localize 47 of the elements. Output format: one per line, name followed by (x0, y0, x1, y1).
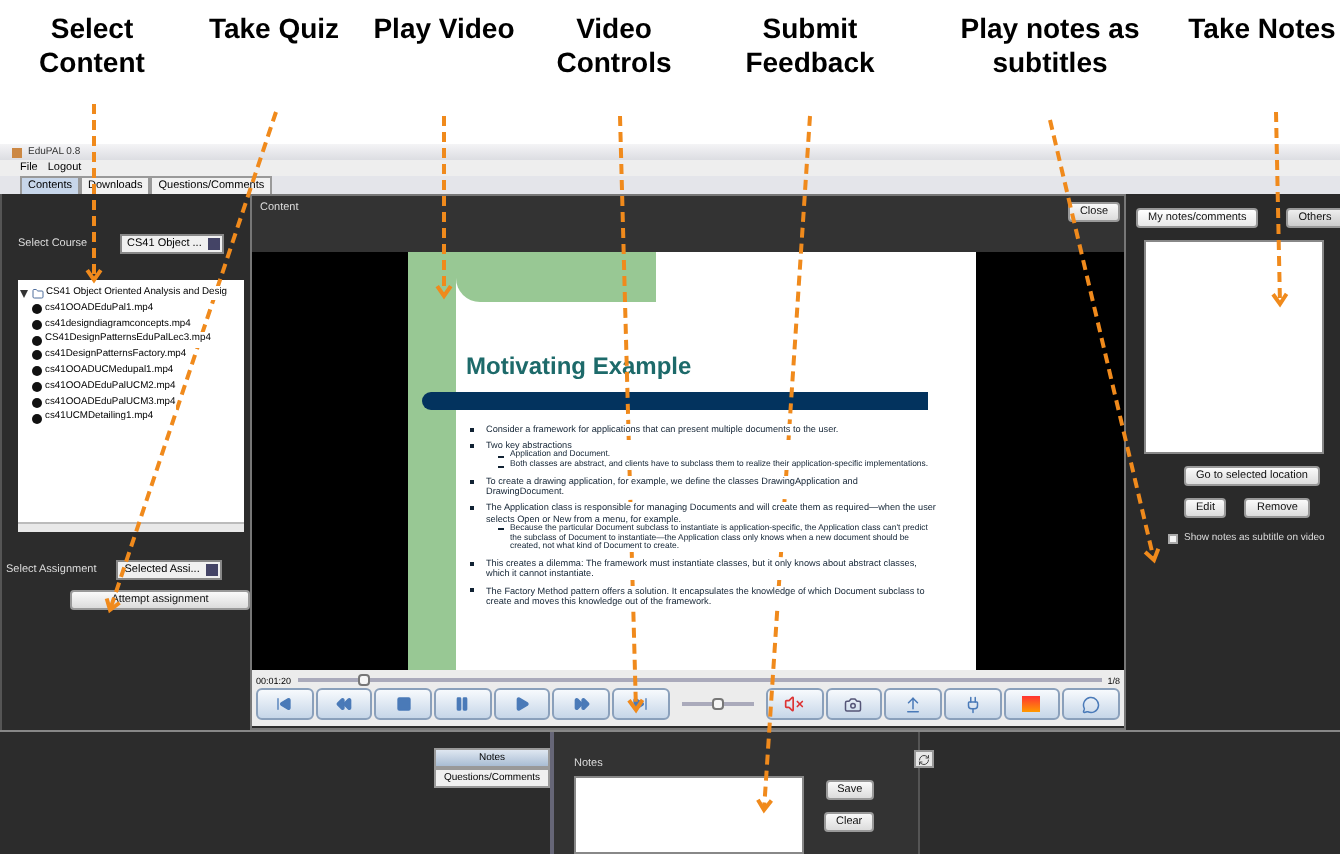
eject-icon (904, 695, 923, 713)
scroll-bar[interactable] (18, 522, 244, 532)
skip-forward-button[interactable] (612, 688, 670, 720)
skip-forward-icon (632, 696, 649, 712)
snapshot-button[interactable] (825, 688, 883, 720)
notes-list[interactable] (1144, 240, 1324, 454)
callout-label: Select Content (37, 12, 147, 80)
pause-icon (454, 696, 471, 712)
speech-bubble-icon (1082, 695, 1101, 713)
volume-thumb[interactable] (711, 698, 724, 710)
refresh-arrows-icon (918, 753, 931, 765)
progress-thumb[interactable] (357, 674, 370, 686)
callout-label: Video Controls (554, 12, 674, 80)
callout-label: Take Notes (1186, 12, 1338, 46)
stop-button[interactable] (374, 688, 433, 720)
subtitle-checkbox[interactable] (1168, 533, 1178, 543)
refresh-button[interactable] (914, 750, 935, 768)
rewind-button[interactable] (315, 688, 373, 720)
notes-input[interactable] (574, 776, 804, 854)
callout-label: Take Quiz (206, 12, 342, 46)
eject-button[interactable] (884, 688, 942, 720)
play-icon (514, 696, 531, 712)
plug-icon (963, 695, 982, 713)
rewind-icon (336, 696, 353, 712)
play-button[interactable] (493, 688, 551, 720)
comment-button[interactable] (1062, 688, 1120, 720)
callout-label: Play notes as subtitles (958, 12, 1142, 80)
stop-icon (395, 696, 412, 712)
fullscreen-button[interactable] (1003, 688, 1061, 720)
app-icon (12, 147, 22, 157)
callout-label: Play Video (371, 12, 517, 46)
folder-icon (31, 287, 43, 300)
skip-back-button[interactable] (256, 688, 314, 720)
caret-icon (205, 564, 218, 576)
mute-icon (784, 694, 805, 714)
caret-icon (207, 238, 220, 250)
skip-back-icon (276, 696, 293, 712)
fast-forward-icon (573, 696, 590, 712)
camera-icon (844, 695, 863, 713)
fullscreen-icon (1022, 696, 1041, 712)
pause-button[interactable] (434, 688, 492, 720)
callout-label: Submit Feedback (743, 12, 877, 80)
fast-forward-button[interactable] (552, 688, 611, 720)
video-player[interactable] (252, 252, 1124, 670)
mute-button[interactable] (765, 688, 823, 720)
slide-title: Motivating Example (466, 352, 694, 380)
connect-button[interactable] (943, 688, 1002, 720)
